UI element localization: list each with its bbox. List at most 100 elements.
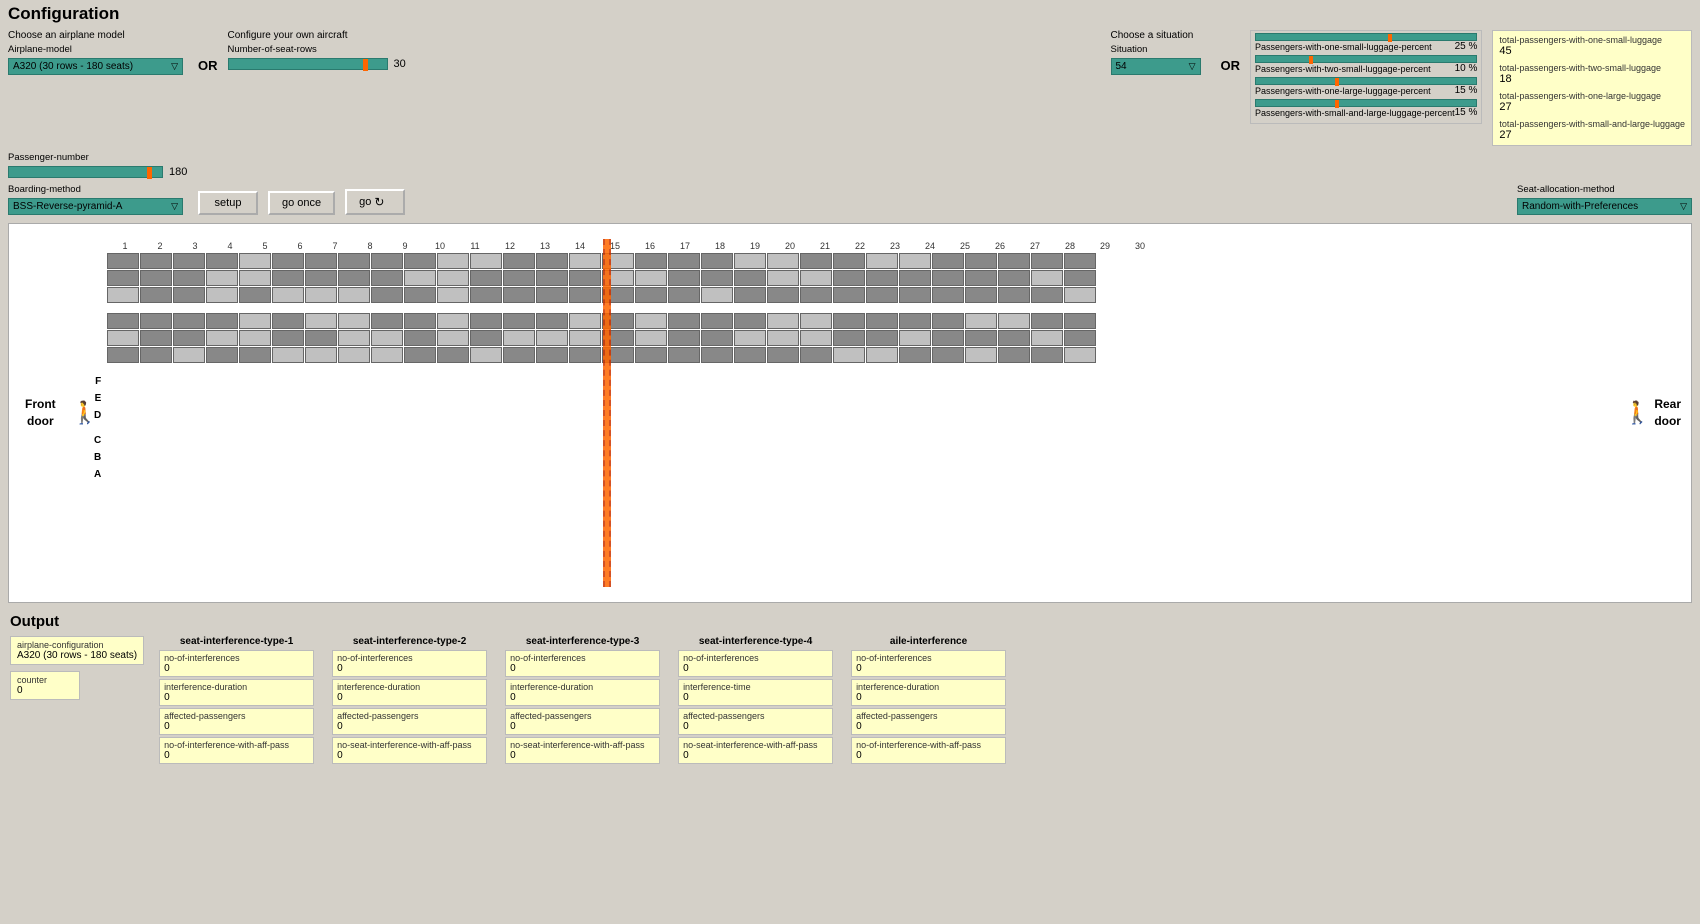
passenger-slider[interactable] — [8, 166, 163, 178]
aisle-gap — [107, 304, 1633, 312]
seat-D-11 — [437, 287, 469, 303]
int-field-value-0-2: 0 — [164, 721, 309, 732]
int-field-3-3: no-seat-interference-with-aff-pass0 — [678, 737, 833, 764]
seat-C-10 — [404, 313, 436, 329]
luggage-slider-3[interactable] — [1255, 77, 1477, 85]
go-once-button[interactable]: go once — [268, 191, 335, 215]
seat-E-13 — [503, 270, 535, 286]
int-field-0-2: affected-passengers0 — [159, 708, 314, 735]
interference-group-title-4: aile-interference — [851, 636, 1006, 647]
front-door-label: Frontdoor — [25, 396, 56, 430]
int-field-value-1-1: 0 — [337, 692, 482, 703]
seat-rows-label: Number-of-seat-rows — [228, 44, 428, 55]
int-field-label-2-1: interference-duration — [510, 682, 655, 692]
seat-F-20 — [734, 253, 766, 269]
int-field-label-4-1: interference-duration — [856, 682, 1001, 692]
int-field-value-4-1: 0 — [856, 692, 1001, 703]
seat-A-14 — [536, 347, 568, 363]
seat-F-25 — [899, 253, 931, 269]
seat-E-2 — [140, 270, 172, 286]
seat-C-13 — [503, 313, 535, 329]
seat-D-28 — [998, 287, 1030, 303]
col-num-13: 13 — [528, 241, 562, 251]
seat-D-8 — [338, 287, 370, 303]
seat-C-15 — [569, 313, 601, 329]
col-num-16: 16 — [633, 241, 667, 251]
go-button[interactable]: go ↻ — [345, 189, 405, 215]
seat-alloc-dropdown[interactable]: Random-with-Preferences ▽ — [1517, 198, 1692, 215]
seat-C-7 — [305, 313, 337, 329]
total-value-4: 27 — [1499, 129, 1685, 141]
boarding-method-dropdown[interactable]: BSS-Reverse-pyramid-A ▽ — [8, 198, 183, 215]
row-letter-labels: F E D C B A — [94, 224, 104, 602]
int-field-2-3: no-seat-interference-with-aff-pass0 — [505, 737, 660, 764]
situation-group: Choose a situation Situation 54 ▽ — [1111, 30, 1211, 75]
luggage-pct-2: 10 % — [1455, 63, 1478, 74]
int-field-label-2-3: no-seat-interference-with-aff-pass — [510, 740, 655, 750]
int-field-label-0-0: no-of-interferences — [164, 653, 309, 663]
int-field-4-3: no-of-interference-with-aff-pass0 — [851, 737, 1006, 764]
seat-D-10 — [404, 287, 436, 303]
luggage-row-1: Passengers-with-one-small-luggage-percen… — [1255, 33, 1477, 52]
seat-B-22 — [800, 330, 832, 346]
luggage-slider-2[interactable] — [1255, 55, 1477, 63]
seat-B-28 — [998, 330, 1030, 346]
seat-A-13 — [503, 347, 535, 363]
seat-C-11 — [437, 313, 469, 329]
seat-F-13 — [503, 253, 535, 269]
col-num-26: 26 — [983, 241, 1017, 251]
airplane-visualization: Frontdoor 🚶 F E D C B A 1234567891011121… — [8, 223, 1692, 603]
int-field-label-4-0: no-of-interferences — [856, 653, 1001, 663]
seat-C-19 — [701, 313, 733, 329]
seat-A-10 — [404, 347, 436, 363]
int-field-4-1: interference-duration0 — [851, 679, 1006, 706]
seat-C-27 — [965, 313, 997, 329]
seat-row-C — [107, 313, 1633, 329]
seat-rows-slider[interactable] — [228, 58, 388, 70]
int-field-value-3-0: 0 — [683, 663, 828, 674]
int-field-value-1-2: 0 — [337, 721, 482, 732]
or-label-2: OR — [1221, 58, 1241, 73]
seat-B-14 — [536, 330, 568, 346]
seat-B-29 — [1031, 330, 1063, 346]
totals-panel: total-passengers-with-one-small-luggage … — [1492, 30, 1692, 146]
total-value-3: 27 — [1499, 101, 1685, 113]
col-num-17: 17 — [668, 241, 702, 251]
luggage-pct-4: 15 % — [1455, 107, 1478, 118]
int-field-1-3: no-seat-interference-with-aff-pass0 — [332, 737, 487, 764]
total-item-1: total-passengers-with-one-small-luggage … — [1499, 35, 1685, 57]
luggage-knob-4 — [1335, 100, 1339, 108]
seat-rows-value: 30 — [394, 58, 406, 70]
row-label-C: C — [94, 432, 104, 449]
int-field-value-0-1: 0 — [164, 692, 309, 703]
luggage-slider-4[interactable] — [1255, 99, 1477, 107]
situation-dropdown[interactable]: 54 ▽ — [1111, 58, 1201, 75]
seat-F-30 — [1064, 253, 1096, 269]
seat-E-6 — [272, 270, 304, 286]
seat-B-5 — [239, 330, 271, 346]
int-field-0-3: no-of-interference-with-aff-pass0 — [159, 737, 314, 764]
col-num-3: 3 — [178, 241, 212, 251]
seat-row-F — [107, 253, 1633, 269]
int-field-value-3-3: 0 — [683, 750, 828, 761]
seat-D-18 — [668, 287, 700, 303]
airplane-model-dropdown[interactable]: A320 (30 rows - 180 seats) ▽ — [8, 58, 183, 75]
col-num-29: 29 — [1088, 241, 1122, 251]
seat-A-19 — [701, 347, 733, 363]
output-title: Output — [10, 613, 1690, 630]
col-num-30: 30 — [1123, 241, 1157, 251]
int-field-label-1-0: no-of-interferences — [337, 653, 482, 663]
int-field-4-2: affected-passengers0 — [851, 708, 1006, 735]
seat-D-25 — [899, 287, 931, 303]
interference-group-3: seat-interference-type-4no-of-interferen… — [678, 636, 833, 766]
setup-button[interactable]: setup — [198, 191, 258, 215]
int-field-1-0: no-of-interferences0 — [332, 650, 487, 677]
airplane-model-value: A320 (30 rows - 180 seats) — [13, 61, 133, 72]
seat-B-20 — [734, 330, 766, 346]
col-num-4: 4 — [213, 241, 247, 251]
luggage-slider-1[interactable] — [1255, 33, 1477, 41]
int-field-value-0-3: 0 — [164, 750, 309, 761]
luggage-row-3: Passengers-with-one-large-luggage-percen… — [1255, 77, 1477, 96]
col-num-23: 23 — [878, 241, 912, 251]
seat-E-1 — [107, 270, 139, 286]
